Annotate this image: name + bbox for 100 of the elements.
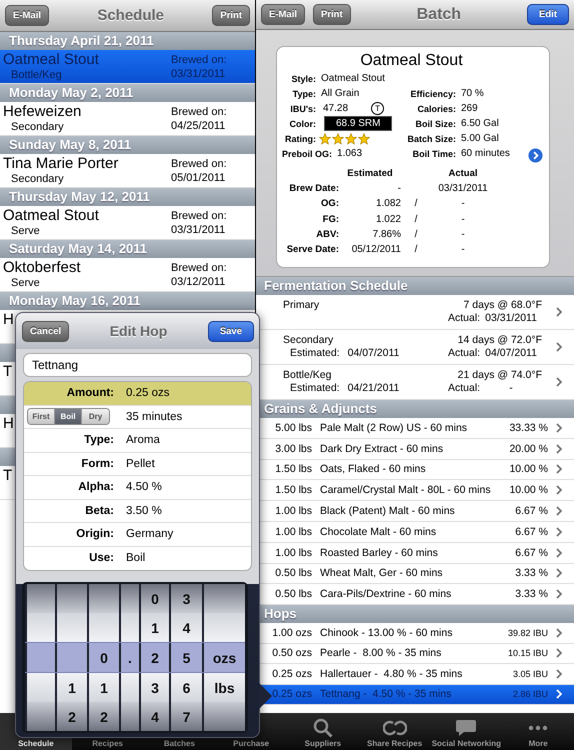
picker-cell: 2 bbox=[139, 643, 169, 672]
toolbar-title: Batch bbox=[416, 6, 462, 24]
tab[interactable]: More bbox=[502, 713, 574, 750]
stage-label: Secondary bbox=[10, 120, 65, 134]
grain-percent: 10.00 % bbox=[509, 463, 548, 476]
circular-arrows-icon bbox=[382, 719, 407, 737]
disclosure-button[interactable] bbox=[528, 148, 543, 163]
field-label: Type: bbox=[292, 88, 316, 98]
chevron-icon[interactable] bbox=[556, 568, 562, 578]
actual-label: Actual: bbox=[448, 382, 480, 395]
beer-name: H bbox=[3, 415, 14, 432]
name-field[interactable]: Tettnang bbox=[23, 353, 252, 377]
field-value: 5.00 Gal bbox=[461, 133, 499, 144]
chevron-icon[interactable] bbox=[556, 668, 562, 679]
email-button[interactable]: E-Mail bbox=[5, 5, 49, 26]
actual-value: 03/31/2011 bbox=[437, 183, 489, 194]
edit-row[interactable]: Type: Aroma bbox=[24, 429, 251, 452]
chevron-icon[interactable] bbox=[556, 589, 562, 600]
segment[interactable]: Boil bbox=[55, 409, 82, 424]
picker-cell bbox=[55, 584, 87, 613]
picker-cell bbox=[25, 673, 55, 702]
grain-amount: 0.50 lbs bbox=[274, 567, 312, 580]
chevron-icon[interactable] bbox=[556, 628, 562, 638]
picker-cell bbox=[55, 643, 87, 672]
chevron-icon[interactable] bbox=[556, 648, 562, 658]
measure-label: OG: bbox=[320, 198, 339, 210]
grain-percent: 6.67 % bbox=[515, 546, 548, 559]
field-value: Boil bbox=[126, 552, 146, 564]
hop-amount: 0.25 ozs bbox=[271, 668, 312, 680]
chevron-icon[interactable] bbox=[556, 464, 562, 474]
field-label: Batch Size: bbox=[406, 134, 456, 144]
hop-amount: 0.25 ozs bbox=[271, 688, 312, 700]
picker-cell bbox=[25, 613, 55, 642]
actual-value: - bbox=[460, 244, 466, 256]
estimated-value: 7.86% bbox=[372, 228, 401, 240]
picker-cell bbox=[55, 613, 87, 642]
chevron-icon[interactable] bbox=[556, 307, 562, 317]
grain-percent: 10.00 % bbox=[509, 484, 548, 496]
actual-date: 03/31/2011 bbox=[484, 312, 538, 325]
popover-title: Edit Hop bbox=[108, 323, 168, 339]
picker-cell bbox=[25, 702, 55, 731]
grain-amount: 1.00 lbs bbox=[274, 526, 312, 538]
beer-name: H bbox=[3, 311, 14, 328]
grain-name: Black (Patent) Malt - 60 mins bbox=[319, 505, 456, 518]
edit-row[interactable]: Form: Pellet bbox=[24, 452, 251, 476]
tab[interactable]: Social Networking bbox=[430, 713, 502, 750]
estimated-label: Estimated: bbox=[290, 382, 340, 394]
segment[interactable]: Dry bbox=[82, 409, 109, 424]
star-icon bbox=[345, 132, 357, 144]
measure-label: FG: bbox=[322, 214, 339, 225]
print-button[interactable]: Print bbox=[212, 5, 250, 26]
field-value: 35 minutes bbox=[126, 410, 182, 423]
edit-row[interactable]: Beta: 3.50 % bbox=[24, 500, 251, 523]
cancel-button[interactable]: Cancel bbox=[22, 320, 70, 342]
picker-cell bbox=[202, 702, 245, 731]
edit-row[interactable]: Origin: Germany bbox=[24, 523, 251, 546]
separator: / bbox=[414, 228, 418, 240]
number-picker[interactable]: 0 3 1 4 0 . 2 5 ozs 1 1 3 6 lbs 2 2 4 7 bbox=[22, 582, 248, 733]
chevron-icon[interactable] bbox=[556, 422, 562, 433]
chevron-icon[interactable] bbox=[556, 377, 562, 387]
picker-cell: 3 bbox=[139, 673, 169, 702]
edit-row[interactable]: Use: Boil bbox=[24, 546, 251, 570]
grain-percent: 3.33 % bbox=[515, 567, 548, 580]
chevron-icon[interactable] bbox=[556, 526, 562, 537]
tab[interactable]: Share Recipes bbox=[358, 713, 430, 750]
chevron-icon[interactable] bbox=[556, 506, 562, 516]
field-label: Color: bbox=[288, 118, 316, 128]
print-button[interactable]: Print bbox=[312, 4, 351, 25]
edit-row[interactable]: First Boil Dry 35 minutes bbox=[24, 406, 251, 429]
save-button[interactable]: Save bbox=[208, 320, 254, 342]
tab[interactable]: Suppliers bbox=[287, 713, 359, 750]
field-value: 70 % bbox=[461, 88, 484, 99]
beer-name: Oatmeal Stout bbox=[3, 51, 99, 68]
edit-row[interactable]: Alpha: 4.50 % bbox=[24, 476, 251, 500]
field-value: 3.50 % bbox=[126, 504, 162, 517]
field-value: 60 minutes bbox=[461, 148, 510, 159]
field-label: Boil Time: bbox=[412, 148, 456, 158]
field-label: Style: bbox=[290, 74, 316, 84]
picker-cell bbox=[119, 584, 139, 613]
date-header: Saturday May 14, 2011 bbox=[0, 240, 255, 258]
email-button[interactable]: E-Mail bbox=[261, 4, 305, 25]
picker-cell: 4 bbox=[139, 702, 169, 731]
grain-name: Wheat Malt, Ger - 60 mins bbox=[319, 567, 444, 580]
hop-name: Chinook - 13.00 % - 60 mins bbox=[319, 626, 454, 639]
segment[interactable]: First bbox=[28, 409, 55, 424]
estimated-value: 05/12/2011 bbox=[350, 244, 401, 256]
edit-row[interactable]: Amount: 0.25 ozs bbox=[24, 382, 251, 406]
grain-percent: 20.00 % bbox=[509, 442, 548, 455]
edit-button[interactable]: Edit bbox=[527, 4, 569, 25]
field-value: Oatmeal Stout bbox=[321, 73, 385, 84]
formula-badge[interactable]: T bbox=[371, 102, 384, 115]
picker-cell bbox=[87, 613, 119, 642]
chevron-icon[interactable] bbox=[556, 342, 562, 352]
chevron-icon[interactable] bbox=[556, 485, 562, 496]
picker-cell: 1 bbox=[87, 673, 119, 702]
grain-name: Caramel/Crystal Malt - 80L - 60 mins bbox=[319, 484, 492, 496]
chevron-icon[interactable] bbox=[556, 444, 562, 454]
beer-name: T bbox=[3, 467, 12, 484]
chevron-icon[interactable] bbox=[556, 548, 562, 558]
search-icon bbox=[312, 718, 333, 738]
